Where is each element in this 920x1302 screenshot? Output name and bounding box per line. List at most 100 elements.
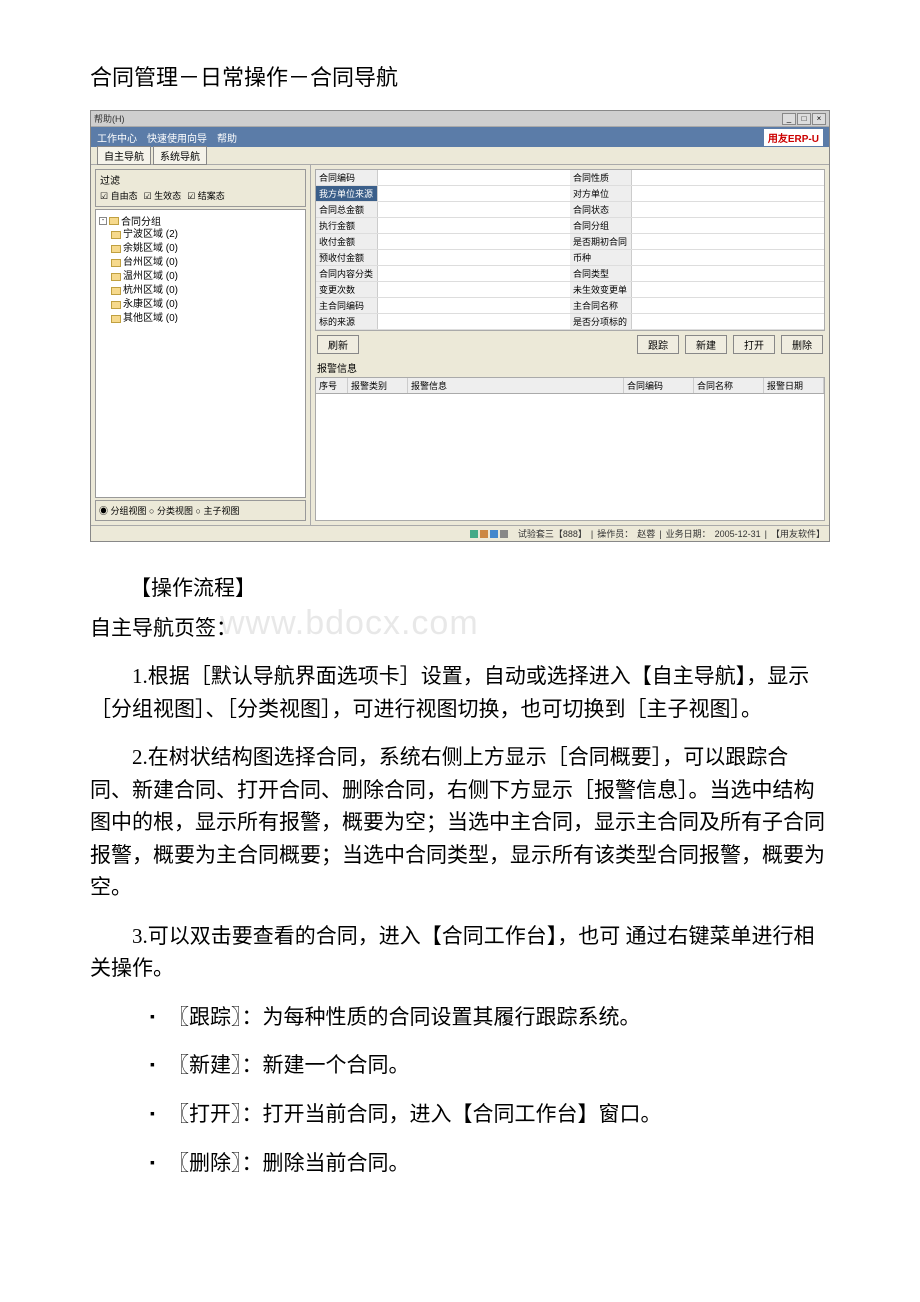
field-value <box>632 250 824 265</box>
tree-root-label[interactable]: 合同分组 <box>121 213 161 228</box>
new-button[interactable]: 新建 <box>685 335 727 354</box>
field-label: 合同分组 <box>570 218 632 233</box>
field-value <box>632 266 824 281</box>
folder-icon <box>111 231 121 239</box>
page-title: 合同管理－日常操作－合同导航 <box>0 60 920 92</box>
field-label: 主合同编码 <box>316 298 378 313</box>
field-label: 变更次数 <box>316 282 378 297</box>
toolbar: 工作中心 快速使用向导 帮助 用友ERP-U <box>91 127 829 147</box>
summary-fields: 合同编码合同性质 我方单位来源对方单位 合同总金额合同状态 执行金额合同分组 收… <box>315 169 825 331</box>
filter-box: 过滤 ☑ 自由态 ☑ 生效态 ☑ 结案态 <box>95 169 306 207</box>
list-item: 〖打开〗：打开当前合同，进入【合同工作台】窗口。 <box>150 1098 830 1131</box>
track-button[interactable]: 跟踪 <box>637 335 679 354</box>
toolbar-wizard[interactable]: 快速使用向导 <box>147 130 207 145</box>
field-label: 收付金额 <box>316 234 378 249</box>
toolbar-help[interactable]: 帮助 <box>217 130 237 145</box>
field-value <box>632 170 824 185</box>
open-button[interactable]: 打开 <box>733 335 775 354</box>
field-label: 主合同名称 <box>570 298 632 313</box>
col-name: 合同名称 <box>694 378 764 393</box>
field-value <box>378 250 570 265</box>
view-mode-radios: ◉ 分组视图 ○ 分类视图 ○ 主子视图 <box>95 500 306 521</box>
field-value <box>378 234 570 249</box>
status-account: 试验套三【888】 <box>518 527 587 540</box>
field-label: 是否分项标的 <box>570 314 632 329</box>
field-label: 执行金额 <box>316 218 378 233</box>
radio-category-view[interactable]: ○ 分类视图 <box>149 506 193 516</box>
status-icons <box>470 530 508 538</box>
field-label: 未生效变更单 <box>570 282 632 297</box>
left-panel: 过滤 ☑ 自由态 ☑ 生效态 ☑ 结案态 - 合同分组 宁波区域 (2) 余姚区… <box>91 165 311 525</box>
status-operator-label: 操作员： <box>597 527 633 540</box>
status-date-label: 业务日期： <box>666 527 711 540</box>
refresh-button[interactable]: 刷新 <box>317 335 359 354</box>
field-label: 是否期初合同 <box>570 234 632 249</box>
tree-item[interactable]: 其他区域 (0) <box>111 312 302 326</box>
field-label: 合同状态 <box>570 202 632 217</box>
folder-icon <box>109 217 119 225</box>
field-label: 预收付金额 <box>316 250 378 265</box>
status-bar: 试验套三【888】 | 操作员：赵蓉 | 业务日期：2005-12-31 | 【… <box>91 525 829 541</box>
field-value <box>378 186 570 201</box>
field-value <box>632 282 824 297</box>
field-label: 币种 <box>570 250 632 265</box>
field-value <box>632 218 824 233</box>
col-index: 序号 <box>316 378 348 393</box>
radio-parent-child-view[interactable]: ○ 主子视图 <box>196 506 240 516</box>
delete-button[interactable]: 删除 <box>781 335 823 354</box>
tree-item[interactable]: 温州区域 (0) <box>111 270 302 284</box>
radio-group-view[interactable]: ◉ 分组视图 <box>99 506 147 516</box>
maximize-button[interactable]: □ <box>797 113 811 125</box>
list-item: 〖跟踪〗：为每种性质的合同设置其履行跟踪系统。 <box>150 1001 830 1034</box>
filter-free[interactable]: ☑ 自由态 <box>100 189 138 202</box>
col-type: 报警类别 <box>348 378 408 393</box>
col-code: 合同编码 <box>624 378 694 393</box>
field-value <box>632 314 824 329</box>
field-value <box>378 218 570 233</box>
tree-item[interactable]: 余姚区域 (0) <box>111 242 302 256</box>
list-item: 〖删除〗：删除当前合同。 <box>150 1147 830 1180</box>
filter-active[interactable]: ☑ 生效态 <box>144 189 182 202</box>
field-label: 我方单位来源 <box>316 186 378 201</box>
watermark: www.bdocx.com <box>220 604 479 643</box>
section-subhead: 自主导航页签： www.bdocx.com <box>90 612 830 642</box>
status-company: 【用友软件】 <box>771 527 825 540</box>
folder-icon <box>111 301 121 309</box>
right-panel: 合同编码合同性质 我方单位来源对方单位 合同总金额合同状态 执行金额合同分组 收… <box>311 165 829 525</box>
minimize-button[interactable]: _ <box>782 113 796 125</box>
field-label: 标的来源 <box>316 314 378 329</box>
app-window: 帮助(H) _ □ × 工作中心 快速使用向导 帮助 用友ERP-U 自主导航 … <box>90 110 830 542</box>
tree-item[interactable]: 永康区域 (0) <box>111 298 302 312</box>
window-title: 帮助(H) <box>94 112 125 125</box>
field-value <box>378 170 570 185</box>
toolbar-work-center[interactable]: 工作中心 <box>97 130 137 145</box>
status-icon <box>470 530 478 538</box>
field-value <box>378 282 570 297</box>
tab-self-nav[interactable]: 自主导航 <box>97 146 151 165</box>
tree-item[interactable]: 杭州区域 (0) <box>111 284 302 298</box>
paragraph-3: 3.可以双击要查看的合同，进入【合同工作台】，也可 通过右键菜单进行相关操作。 <box>90 920 830 985</box>
tree-view[interactable]: - 合同分组 宁波区域 (2) 余姚区域 (0) 台州区域 (0) 温州区域 (… <box>95 209 306 498</box>
tab-system-nav[interactable]: 系统导航 <box>153 146 207 165</box>
titlebar: 帮助(H) _ □ × <box>91 111 829 127</box>
action-buttons: 刷新 跟踪 新建 打开 删除 <box>315 331 825 358</box>
folder-icon <box>111 245 121 253</box>
status-icon <box>490 530 498 538</box>
tree-children: 宁波区域 (2) 余姚区域 (0) 台州区域 (0) 温州区域 (0) 杭州区域… <box>111 228 302 326</box>
folder-icon <box>111 287 121 295</box>
field-label: 合同内容分类 <box>316 266 378 281</box>
field-value <box>632 186 824 201</box>
tree-collapse-icon[interactable]: - <box>99 217 107 225</box>
alert-header: 序号 报警类别 报警信息 合同编码 合同名称 报警日期 <box>316 378 824 394</box>
tree-item[interactable]: 宁波区域 (2) <box>111 228 302 242</box>
brand-logo: 用友ERP-U <box>764 129 823 146</box>
status-icon <box>480 530 488 538</box>
window-buttons: _ □ × <box>782 113 826 125</box>
close-button[interactable]: × <box>812 113 826 125</box>
field-value <box>378 266 570 281</box>
document-body: 【操作流程】 自主导航页签： www.bdocx.com 1.根据［默认导航界面… <box>0 572 920 1179</box>
field-value <box>378 314 570 329</box>
field-label: 合同类型 <box>570 266 632 281</box>
tree-item[interactable]: 台州区域 (0) <box>111 256 302 270</box>
filter-closed[interactable]: ☑ 结案态 <box>187 189 225 202</box>
